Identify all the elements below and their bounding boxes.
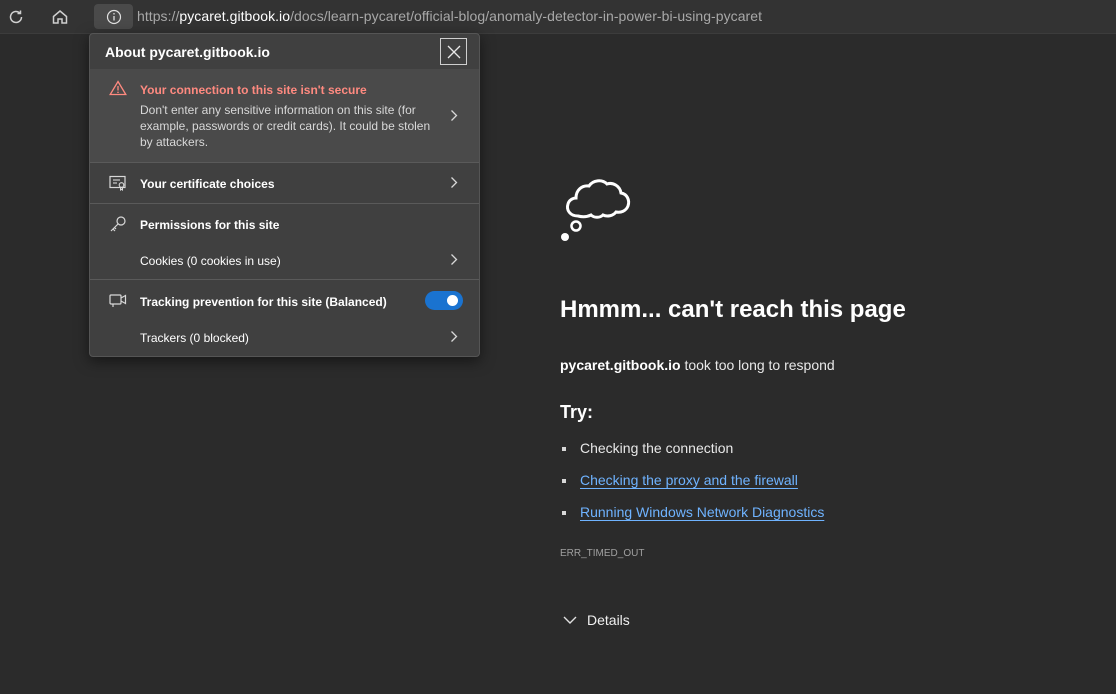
suggestion-item: Running Windows Network Diagnostics — [560, 504, 824, 536]
error-title: Hmmm... can't reach this page — [560, 296, 906, 323]
cookies-row[interactable]: Cookies (0 cookies in use) — [90, 242, 479, 278]
refresh-icon — [9, 10, 23, 24]
network-diagnostics-link[interactable]: Running Windows Network Diagnostics — [580, 504, 824, 520]
home-button[interactable] — [46, 3, 74, 31]
certificate-icon — [109, 175, 126, 191]
chevron-right-icon — [451, 177, 458, 188]
site-info-popup: About pycaret.gitbook.io Your connection… — [89, 33, 480, 357]
chevron-right-icon — [451, 331, 458, 342]
home-icon — [52, 10, 68, 24]
url-prefix: https:// — [137, 8, 180, 24]
warning-title: Your connection to this site isn't secur… — [140, 83, 367, 97]
divider — [90, 203, 479, 204]
site-info-button[interactable] — [94, 4, 133, 29]
error-description: pycaret.gitbook.io took too long to resp… — [560, 357, 835, 373]
permissions-label: Permissions for this site — [140, 218, 280, 232]
refresh-button[interactable] — [2, 3, 30, 31]
tracking-label: Tracking prevention for this site (Balan… — [140, 295, 387, 309]
close-icon — [447, 45, 460, 58]
bullet-icon — [562, 447, 566, 451]
error-code: ERR_TIMED_OUT — [560, 548, 645, 559]
thought-cloud-icon — [561, 179, 631, 241]
bullet-icon — [562, 479, 566, 483]
browser-toolbar: https://pycaret.gitbook.io/docs/learn-py… — [0, 0, 1116, 34]
chevron-down-icon — [563, 616, 577, 624]
certificate-row[interactable]: Your certificate choices — [90, 163, 479, 203]
trackers-label: Trackers (0 blocked) — [140, 331, 249, 345]
bullet-icon — [562, 511, 566, 515]
popup-title: About pycaret.gitbook.io — [105, 44, 270, 60]
url-host: pycaret.gitbook.io — [179, 8, 291, 24]
certificate-label: Your certificate choices — [140, 177, 275, 191]
chevron-right-icon — [451, 254, 458, 265]
cookies-label: Cookies (0 cookies in use) — [140, 254, 281, 268]
try-heading: Try: — [560, 402, 594, 422]
key-icon — [110, 216, 126, 232]
trackers-row[interactable]: Trackers (0 blocked) — [90, 319, 479, 355]
divider — [90, 279, 479, 280]
connection-warning[interactable]: Your connection to this site isn't secur… — [90, 69, 479, 162]
info-icon — [106, 9, 121, 24]
suggestion-check-connection: Checking the connection — [580, 440, 734, 456]
suggestion-list: Checking the connection Checking the pro… — [560, 440, 824, 536]
details-toggle[interactable]: Details — [563, 612, 630, 628]
tracking-toggle[interactable] — [425, 291, 463, 310]
error-message: took too long to respond — [680, 357, 835, 373]
popup-header: About pycaret.gitbook.io — [90, 34, 479, 69]
details-label: Details — [587, 612, 630, 628]
toggle-knob — [447, 295, 458, 306]
tracking-camera-icon — [109, 294, 127, 307]
close-button[interactable] — [440, 38, 467, 65]
suggestion-item: Checking the connection — [560, 440, 824, 472]
url-path: /docs/learn-pycaret/official-blog/anomal… — [290, 8, 763, 24]
proxy-firewall-link[interactable]: Checking the proxy and the firewall — [580, 472, 798, 488]
error-host: pycaret.gitbook.io — [560, 357, 681, 373]
suggestion-item: Checking the proxy and the firewall — [560, 472, 824, 504]
address-bar[interactable]: https://pycaret.gitbook.io/docs/learn-py… — [137, 8, 762, 24]
warning-icon — [109, 80, 127, 96]
warning-body: Don't enter any sensitive information on… — [140, 103, 431, 149]
chevron-right-icon — [451, 110, 458, 121]
